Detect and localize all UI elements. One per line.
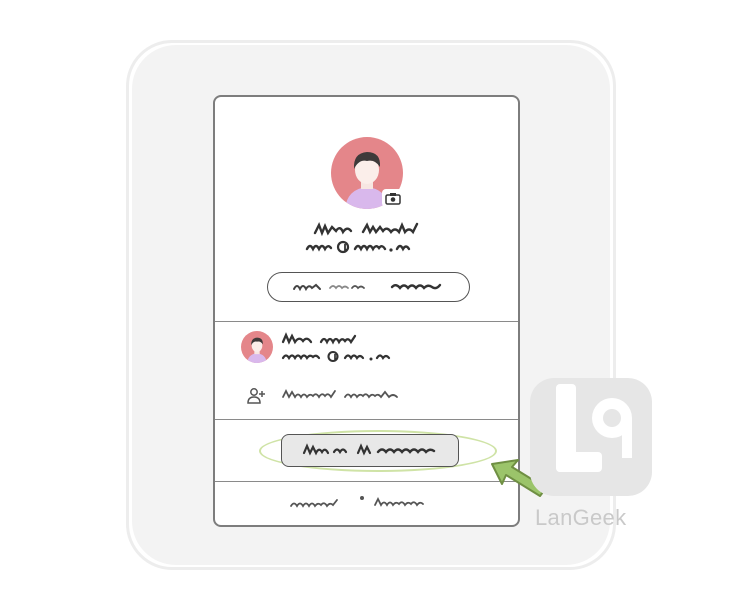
camera-icon (385, 192, 401, 205)
account-menu-card (213, 95, 520, 527)
terms-of-service-link[interactable] (373, 494, 453, 512)
sign-out-button[interactable] (281, 434, 459, 467)
langeek-logo-icon (530, 378, 652, 496)
other-account-name (281, 332, 357, 345)
change-photo-button[interactable] (382, 189, 404, 207)
add-another-account-label (282, 388, 398, 399)
profile-name-text (313, 221, 419, 237)
divider-top (215, 321, 518, 322)
profile-email-text (305, 240, 411, 254)
footer-separator-dot (360, 496, 364, 500)
footer-links (215, 482, 518, 525)
sign-out-label (302, 443, 436, 456)
add-person-icon (247, 388, 265, 404)
brand-name: LanGeek (535, 505, 627, 530)
divider-middle (215, 419, 518, 420)
manage-account-button[interactable] (267, 272, 470, 302)
other-account-avatar (241, 331, 273, 363)
other-account-email (281, 350, 391, 363)
add-another-account-row[interactable] (215, 379, 518, 415)
user-avatar-icon (247, 337, 267, 363)
manage-account-label (293, 283, 442, 292)
